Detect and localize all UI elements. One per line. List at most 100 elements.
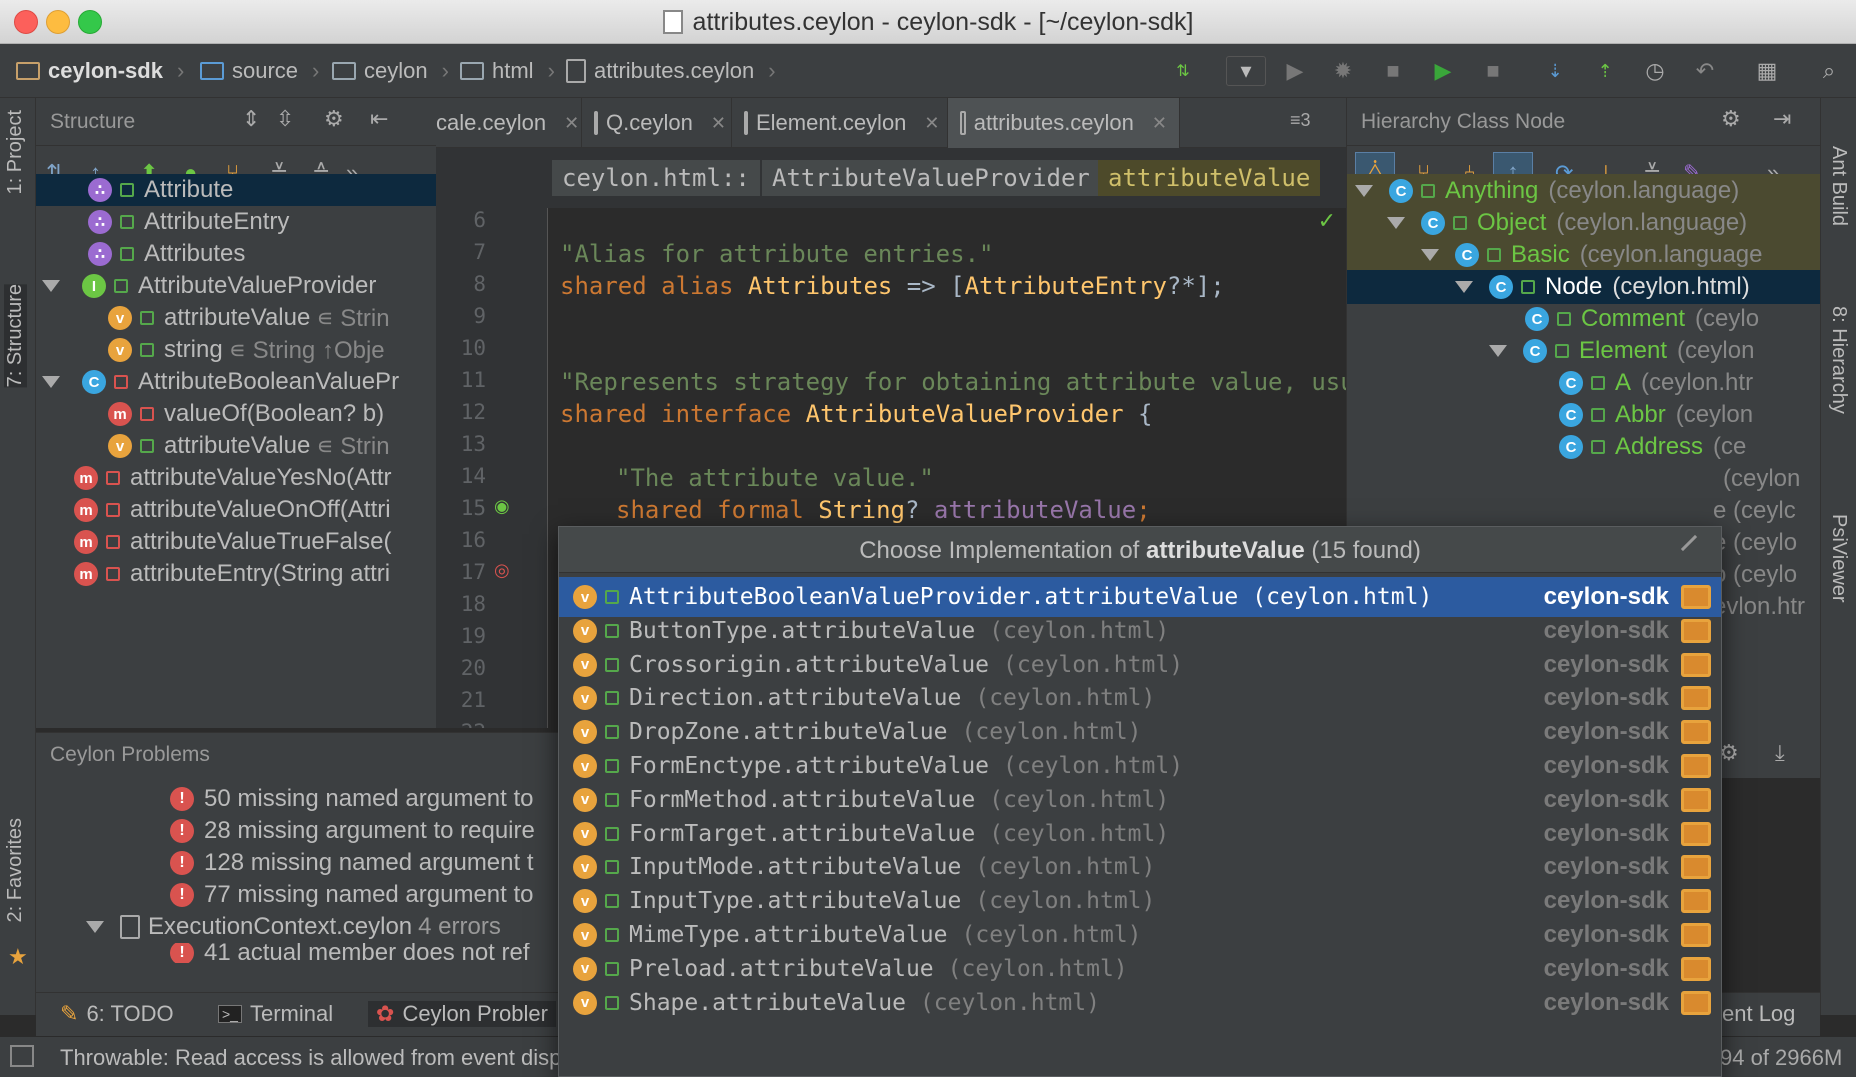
close-tab-icon[interactable]: ✕ (924, 113, 939, 134)
structure-item-attribute[interactable]: ∴ Attribute (36, 174, 436, 206)
hide-panel-icon[interactable]: ⇤ (370, 106, 388, 132)
tab-q-ceylon[interactable]: Q.ceylon ✕ (582, 98, 732, 148)
tab-element-ceylon[interactable]: Element.ceylon ✕ (732, 98, 948, 148)
project-structure-icon[interactable]: ▦ (1752, 56, 1782, 86)
memory-indicator[interactable]: 94 of 2966M (1720, 1045, 1842, 1071)
overrides-gutter-icon[interactable]: ◎ (494, 560, 510, 581)
pin-icon[interactable] (1680, 534, 1710, 564)
tab-locale-ceylon[interactable]: cale.ceylon ✕ (436, 98, 582, 148)
expand-arrow-icon[interactable] (1489, 345, 1507, 357)
problem-file-row[interactable]: ExecutionContext.ceylon 4 errors (86, 911, 501, 943)
breadcrumb-source[interactable]: source › (200, 56, 319, 86)
hierarchy-node[interactable]: C Anything (ceylon.language) (1347, 174, 1821, 208)
terminal-tab[interactable]: >_ Terminal (218, 1001, 333, 1027)
hierarchy-node[interactable]: C Abbr (ceylon (1347, 398, 1821, 432)
structure-item[interactable]: m valueOf(Boolean? b) (36, 398, 436, 430)
structure-item[interactable]: C AttributeBooleanValuePr (36, 366, 436, 398)
alias-icon: ∴ (88, 242, 112, 266)
package-folder-icon (332, 62, 356, 80)
build-icon[interactable]: ⇅ (1168, 56, 1198, 86)
tab-favorites[interactable]: 2: Favorites (4, 818, 27, 922)
ceylon-problems-tab[interactable]: ✿ Ceylon Probler (368, 1001, 556, 1027)
structure-item[interactable]: ∴ AttributeEntry (36, 206, 436, 238)
run-green-icon[interactable]: ▶ (1428, 56, 1458, 86)
hierarchy-node[interactable]: C Comment (ceylo (1347, 302, 1821, 336)
hierarchy-node[interactable]: C Address (ce (1347, 430, 1821, 464)
todo-tab[interactable]: ✎ 6: TODO (60, 1001, 174, 1027)
toggle-tool-windows-icon[interactable] (10, 1045, 34, 1067)
expand-all-icon[interactable]: ⇕ (242, 106, 260, 132)
tab-structure[interactable]: 7: Structure (4, 284, 27, 388)
status-message[interactable]: Throwable: Read access is allowed from e… (60, 1045, 561, 1071)
breadcrumb-project[interactable]: ceylon-sdk › (16, 56, 184, 86)
structure-item[interactable]: v string ∊ String ↑Obje (36, 334, 436, 366)
implementation-item[interactable]: v Shape.attributeValue (ceylon.html) ceylon… (559, 983, 1721, 1023)
collapse-all-icon[interactable]: ⇳ (276, 106, 294, 132)
expand-arrow-icon[interactable] (1355, 185, 1373, 197)
history-icon[interactable]: ◷ (1640, 56, 1670, 86)
event-log-tab[interactable]: ent Log (1722, 1001, 1795, 1027)
structure-item[interactable]: ∴ Attributes (36, 238, 436, 270)
revert-icon[interactable]: ↶ (1690, 56, 1720, 86)
vcs-update-icon[interactable]: ⇣ (1540, 56, 1570, 86)
expand-arrow-icon[interactable] (1387, 217, 1405, 229)
problem-row[interactable]: ! 77 missing named argument to (170, 879, 534, 911)
hierarchy-node-selected[interactable]: C Node (ceylon.html) (1347, 270, 1821, 304)
expand-arrow-icon[interactable] (42, 376, 60, 388)
crumb-package[interactable]: ceylon.html:: (552, 160, 760, 196)
hierarchy-node[interactable]: C A (ceylon.htr (1347, 366, 1821, 400)
run-config-dropdown[interactable]: ▾ (1226, 56, 1266, 86)
implementation-package: (ceylon.html) (947, 955, 1128, 982)
hide-panel-icon[interactable]: ⇥ (1773, 106, 1791, 132)
expand-arrow-icon[interactable] (1455, 281, 1473, 293)
debug-icon[interactable]: ✹ (1328, 56, 1358, 86)
breadcrumb-file[interactable]: attributes.ceylon › (566, 56, 776, 86)
expand-arrow-icon[interactable] (1421, 249, 1439, 261)
close-tab-icon[interactable]: ✕ (711, 113, 726, 134)
module-folder-icon (1681, 855, 1711, 880)
method-icon: m (74, 466, 98, 490)
expand-arrow-icon[interactable] (86, 921, 104, 933)
tab-ant-build[interactable]: Ant Build (1827, 146, 1850, 226)
editor-breadcrumbs: ceylon.html:: AttributeValueProvider att… (436, 148, 1346, 208)
implementation-module: ceylon-sdk (1543, 887, 1669, 915)
tab-project[interactable]: 1: Project (4, 110, 27, 194)
settings-gear-icon[interactable]: ⚙ (324, 106, 344, 132)
expand-arrow-icon[interactable] (42, 280, 60, 292)
hierarchy-node[interactable]: C Element (ceylon (1347, 334, 1821, 368)
problem-row[interactable]: ! 50 missing named argument to (170, 783, 534, 815)
tab-hierarchy[interactable]: 8: Hierarchy (1827, 306, 1850, 414)
crumb-member[interactable]: attributeValue (1098, 160, 1321, 196)
implemented-gutter-icon[interactable]: ◉ (494, 496, 510, 517)
close-tab-icon[interactable]: ✕ (564, 113, 579, 134)
hierarchy-node[interactable]: (ceylon (1347, 462, 1821, 496)
crumb-interface[interactable]: AttributeValueProvider (762, 160, 1100, 196)
stop-icon[interactable]: ■ (1378, 56, 1408, 86)
vcs-commit-icon[interactable]: ⇡ (1590, 56, 1620, 86)
problem-row[interactable]: ! 128 missing named argument t (170, 847, 534, 879)
download-icon[interactable]: ⤓ (1775, 740, 1785, 766)
implementation-name: FormMethod.attributeValue (629, 786, 976, 813)
problem-row[interactable]: ! 41 actual member does not ref (170, 943, 530, 963)
run-icon[interactable]: ▶ (1280, 56, 1310, 86)
structure-item[interactable]: I AttributeValueProvider (36, 270, 436, 302)
structure-item[interactable]: v attributeValue ∊ Strin (36, 302, 436, 334)
breadcrumb-html[interactable]: html › (460, 56, 555, 86)
hierarchy-node[interactable]: C Object (ceylon.language) (1347, 206, 1821, 240)
tab-attributes-ceylon[interactable]: attributes.ceylon ✕ (948, 98, 1180, 148)
hierarchy-node[interactable]: C Basic (ceylon.language (1347, 238, 1821, 272)
tab-overflow-button[interactable]: ≡3 (1290, 110, 1311, 131)
close-tab-icon[interactable]: ✕ (1152, 113, 1167, 134)
structure-item[interactable]: m attributeValueOnOff(Attri (36, 494, 436, 526)
search-icon[interactable]: ⌕ (1814, 56, 1844, 86)
structure-item[interactable]: v attributeValue ∊ Strin (36, 430, 436, 462)
structure-item[interactable]: m attributeValueTrueFalse( (36, 526, 436, 558)
settings-gear-icon[interactable]: ⚙ (1721, 106, 1741, 132)
tab-psiviewer[interactable]: PsiViewer (1827, 514, 1850, 603)
problem-row[interactable]: ! 28 missing argument to require (170, 815, 535, 847)
hierarchy-node[interactable]: e (ceylc (1347, 494, 1821, 528)
structure-item[interactable]: m attributeValueYesNo(Attr (36, 462, 436, 494)
breadcrumb-ceylon[interactable]: ceylon › (332, 56, 449, 86)
stop-gray-icon[interactable]: ■ (1478, 56, 1508, 86)
structure-item[interactable]: m attributeEntry(String attri (36, 558, 436, 590)
